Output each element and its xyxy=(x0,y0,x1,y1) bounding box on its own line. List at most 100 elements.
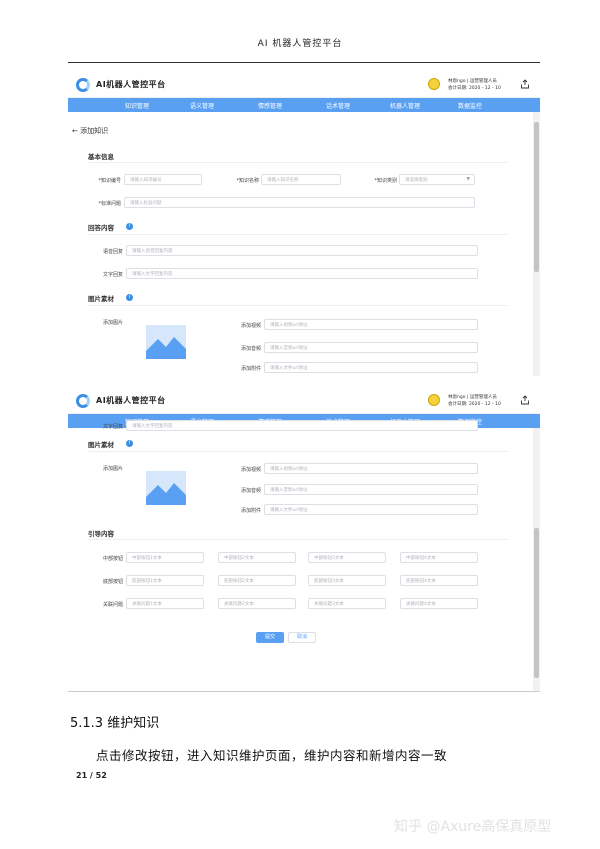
standard-question-input[interactable]: 请输入标准问题 xyxy=(124,197,475,208)
app-title: AI机器人管控平台 xyxy=(96,396,166,405)
scrollbar-thumb[interactable] xyxy=(534,122,539,272)
text-answer-input[interactable]: 请输入文字回复内容 xyxy=(126,268,478,279)
middle-button-3-input[interactable]: 中部按钮3文本 xyxy=(308,552,386,563)
knowledge-id-input[interactable]: 请输入知识编号 xyxy=(124,174,202,185)
avatar-icon[interactable] xyxy=(428,394,440,406)
field-label-add-audio: 添加音频 xyxy=(240,346,261,352)
field-label-text-answer: 文字回复 xyxy=(102,424,123,430)
field-label-add-file: 添加附件 xyxy=(240,508,261,514)
app-title: AI机器人管控平台 xyxy=(96,80,166,89)
bottom-button-2-input[interactable]: 底部按钮2文本 xyxy=(218,575,296,586)
bottom-button-3-input[interactable]: 底部按钮3文本 xyxy=(308,575,386,586)
main-nav: 知识管理 语义管理 情感管理 话术管理 机器人管理 数据监控 xyxy=(68,98,540,112)
accounting-date: 会计日期: 2020 - 12 - 10 xyxy=(448,86,501,91)
nav-item-emotion[interactable]: 情感管理 xyxy=(258,101,282,110)
avatar-icon[interactable] xyxy=(428,78,440,90)
section-heading: 5.1.3 维护知识 xyxy=(70,716,160,731)
bottom-button-4-input[interactable]: 底部按钮4文本 xyxy=(400,575,478,586)
app-topbar: AI机器人管控平台 林恩ngo | 运营管理人员 会计日期: 2020 - 12… xyxy=(68,72,540,98)
section-rule xyxy=(88,162,508,163)
nav-item-robot[interactable]: 机器人管理 xyxy=(390,101,420,110)
user-info: 林恩ngo | 运营管理人员 xyxy=(448,79,497,84)
section-rule xyxy=(88,234,508,235)
bottom-button-1-input[interactable]: 底部按钮1文本 xyxy=(126,575,204,586)
export-icon[interactable] xyxy=(520,79,530,89)
middle-button-4-input[interactable]: 中部按钮4文本 xyxy=(400,552,478,563)
field-label-knowledge-name: *知识名称 xyxy=(236,178,259,184)
text-answer-input[interactable]: 请输入文字回复内容 xyxy=(126,420,478,431)
chevron-down-icon: ▼ xyxy=(466,177,470,182)
accounting-date: 会计日期: 2020 - 12 - 10 xyxy=(448,402,501,407)
image-placeholder[interactable] xyxy=(146,471,186,505)
section-rule xyxy=(88,305,508,306)
field-label-add-audio: 添加音频 xyxy=(240,488,261,494)
related-question-3-input[interactable]: 关联问题3文本 xyxy=(308,598,386,609)
field-label-bottom-buttons: 底部按钮 xyxy=(102,579,123,585)
section-rule xyxy=(88,451,508,452)
image-icon xyxy=(146,337,186,359)
section-title-guide: 引导内容 xyxy=(88,530,114,538)
section-rule xyxy=(88,539,508,540)
info-icon: i xyxy=(126,294,133,301)
file-url-input[interactable]: 请输入文件url地址 xyxy=(264,362,478,373)
scrollbar[interactable] xyxy=(533,112,540,376)
field-label-add-video: 添加视频 xyxy=(240,323,261,329)
app-topbar: AI机器人管控平台 林恩ngo | 运营管理人员 会计日期: 2020 - 12… xyxy=(68,388,540,414)
section-title-image: 图片素材 xyxy=(88,441,114,449)
info-icon: i xyxy=(126,223,133,230)
field-label-voice-answer: 语音回复 xyxy=(102,249,123,255)
submit-button[interactable]: 提交 xyxy=(256,632,284,643)
header-rule xyxy=(68,62,540,63)
scrollbar-thumb[interactable] xyxy=(534,528,539,678)
nav-item-script[interactable]: 话术管理 xyxy=(326,101,350,110)
section-title-basic-info: 基本信息 xyxy=(88,153,114,161)
related-question-2-input[interactable]: 关联问题2文本 xyxy=(218,598,296,609)
export-icon[interactable] xyxy=(520,395,530,405)
field-label-related-questions: 关联问题 xyxy=(102,602,123,608)
cancel-button[interactable]: 取消 xyxy=(288,632,316,643)
nav-item-knowledge[interactable]: 知识管理 xyxy=(125,101,149,110)
image-icon xyxy=(146,483,186,505)
body-text: 点击修改按钮，进入知识维护页面，维护内容和新增内容一致 xyxy=(96,748,448,763)
field-label-add-image: 添加图片 xyxy=(102,320,123,326)
field-label-knowledge-id: *知识编号 xyxy=(98,178,121,184)
knowledge-category-select[interactable]: 请选择类别 ▼ xyxy=(399,174,475,185)
info-icon: i xyxy=(126,440,133,447)
field-label-add-image: 添加图片 xyxy=(102,466,123,472)
field-label-add-file: 添加附件 xyxy=(240,366,261,372)
form-content: ← 添加知识 基本信息 *知识编号 请输入知识编号 *知识名称 请输入知识名称 … xyxy=(68,112,532,376)
field-label-middle-buttons: 中部按钮 xyxy=(102,556,123,562)
field-label-standard-question: *标准问题 xyxy=(98,201,121,207)
watermark: 知乎 @Axure高保真原型 xyxy=(394,819,552,835)
document-header: AI 机器人管控平台 xyxy=(257,39,343,49)
app-screenshot-bottom: AI机器人管控平台 林恩ngo | 运营管理人员 会计日期: 2020 - 12… xyxy=(68,388,540,692)
nav-item-monitor[interactable]: 数据监控 xyxy=(458,101,482,110)
section-title-answer: 回答内容 xyxy=(88,224,114,232)
logo-icon xyxy=(76,78,90,92)
user-info: 林恩ngo | 运营管理人员 xyxy=(448,395,497,400)
section-title-image: 图片素材 xyxy=(88,295,114,303)
voice-answer-input[interactable]: 请输入语音回复内容 xyxy=(126,245,478,256)
video-url-input[interactable]: 请输入视频url地址 xyxy=(264,463,478,474)
field-label-text-answer: 文字回复 xyxy=(102,272,123,278)
back-link[interactable]: ← 添加知识 xyxy=(72,126,108,136)
knowledge-name-input[interactable]: 请输入知识名称 xyxy=(261,174,341,185)
audio-url-input[interactable]: 请输入音频url地址 xyxy=(264,484,478,495)
related-question-4-input[interactable]: 关联问题4文本 xyxy=(400,598,478,609)
form-content: 文字回复 请输入文字回复内容 图片素材 i 添加图片 添加视频 请输入视频url… xyxy=(68,420,532,691)
middle-button-1-input[interactable]: 中部按钮1文本 xyxy=(126,552,204,563)
file-url-input[interactable]: 请输入文件url地址 xyxy=(264,504,478,515)
logo-icon xyxy=(76,394,90,408)
category-select-value: 请选择类别 xyxy=(405,178,428,183)
field-label-add-video: 添加视频 xyxy=(240,467,261,473)
image-placeholder[interactable] xyxy=(146,325,186,359)
middle-button-2-input[interactable]: 中部按钮2文本 xyxy=(218,552,296,563)
nav-item-semantic[interactable]: 语义管理 xyxy=(190,101,214,110)
audio-url-input[interactable]: 请输入音频url地址 xyxy=(264,342,478,353)
field-label-knowledge-category: *知识类别 xyxy=(374,178,397,184)
page-number: 21 / 52 xyxy=(76,771,107,780)
scrollbar[interactable] xyxy=(533,428,540,691)
app-screenshot-top: AI机器人管控平台 林恩ngo | 运营管理人员 会计日期: 2020 - 12… xyxy=(68,72,540,376)
related-question-1-input[interactable]: 关联问题1文本 xyxy=(126,598,204,609)
video-url-input[interactable]: 请输入视频url地址 xyxy=(264,319,478,330)
